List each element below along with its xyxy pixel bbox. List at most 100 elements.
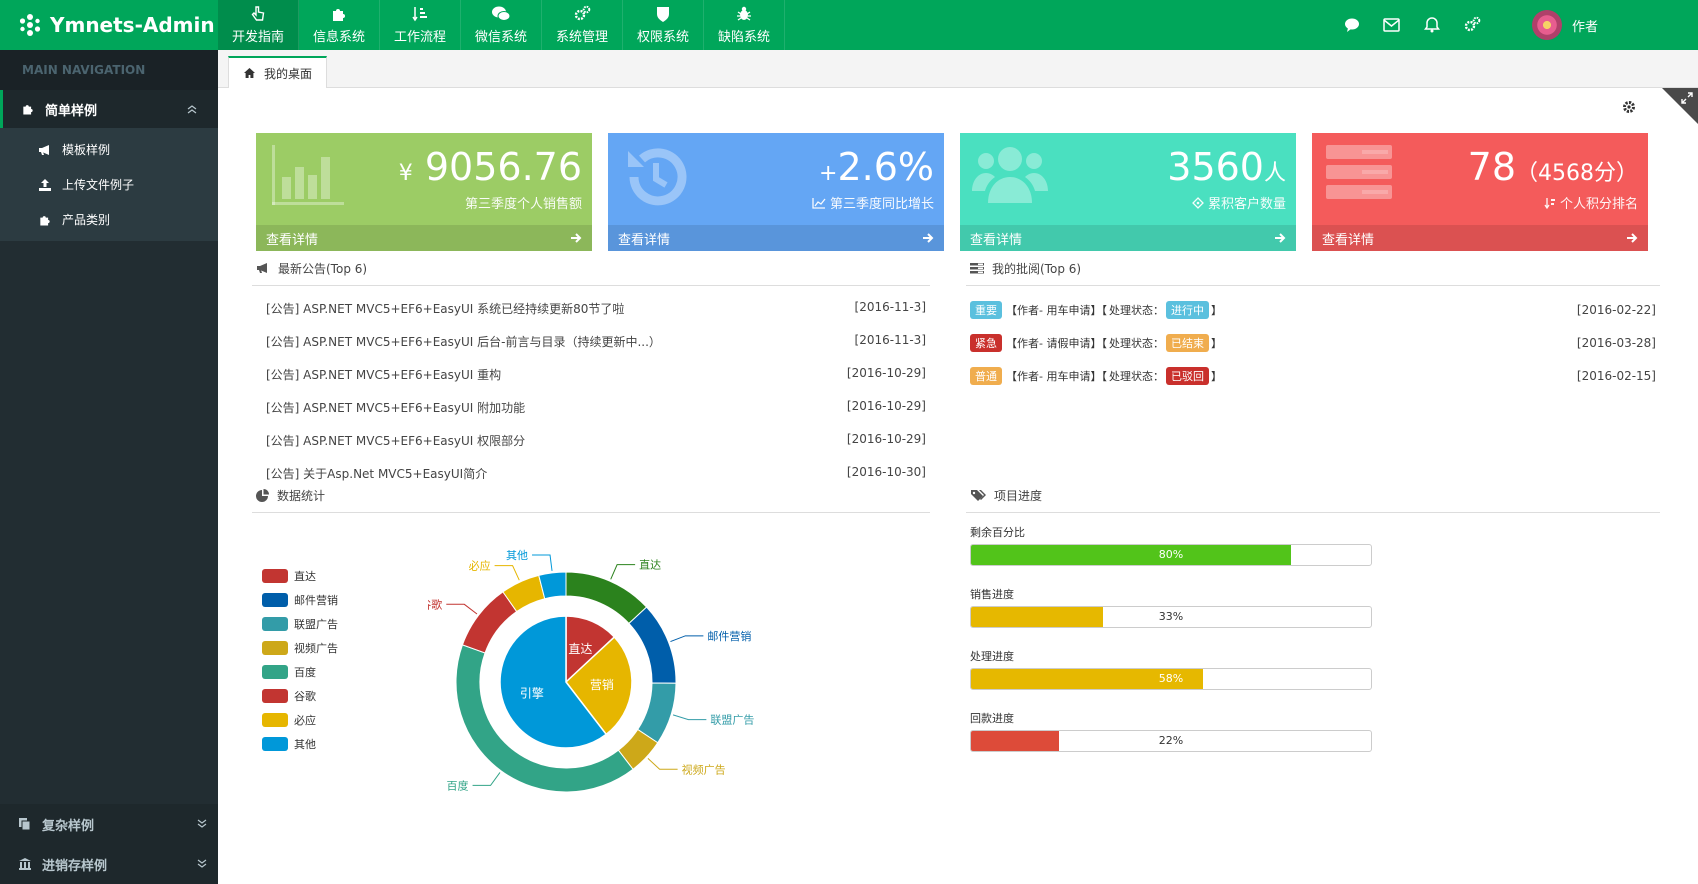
legend-item[interactable]: 直达 <box>262 564 338 588</box>
progress-label: 处理进度 <box>970 650 1014 663</box>
divider <box>252 512 930 513</box>
arrow-right-icon <box>923 233 934 243</box>
legend-label: 邮件营销 <box>294 594 338 607</box>
card-desc-text: 累积客户数量 <box>1207 197 1286 212</box>
notice-item[interactable]: [公告] ASP.NET MVC5+EF6+EasyUI 后台-前言与目录（持续… <box>266 333 926 353</box>
sidebar-item-template[interactable]: 模板样例 <box>0 132 218 167</box>
card-suffix: 人 <box>1263 161 1286 186</box>
sidebar-group-label: 进销存样例 <box>42 858 108 874</box>
progress-label: 剩余百分比 <box>970 526 1025 539</box>
pie-slice-outer[interactable] <box>628 606 677 684</box>
pie-outer-label: 谷歌 <box>428 597 442 611</box>
card-desc: 第三季度同比增长 <box>812 193 934 212</box>
panel-title-text: 项目进度 <box>994 488 1043 503</box>
sidebar-item-upload[interactable]: 上传文件例子 <box>0 167 218 202</box>
notice-link[interactable]: [公告] ASP.NET MVC5+EF6+EasyUI 后台-前言与目录（持续… <box>266 333 661 353</box>
topnav-workflow[interactable]: 工作流程 <box>380 0 461 50</box>
pie-slice-outer[interactable] <box>565 571 648 625</box>
notice-link[interactable]: [公告] ASP.NET MVC5+EF6+EasyUI 权限部分 <box>266 432 525 452</box>
topnav-label: 工作流程 <box>393 30 446 45</box>
legend-label: 直达 <box>294 570 316 583</box>
stat-card-growth: +2.6% 第三季度同比增长 查看详情 <box>608 133 944 251</box>
notice-link[interactable]: [公告] ASP.NET MVC5+EF6+EasyUI 重构 <box>266 366 501 386</box>
legend-swatch <box>262 617 288 631</box>
pie-slice-outer[interactable] <box>461 591 518 654</box>
card-detail-link[interactable]: 查看详情 <box>1312 225 1648 251</box>
sidebar-group-inventory[interactable]: 进销存样例 <box>0 844 218 884</box>
stat-card-customers: 3560人 累积客户数量 查看详情 <box>960 133 1296 251</box>
approval-text: 【作者- 请假申请】【 <box>1006 337 1107 350</box>
status-label: 处理状态： <box>1108 304 1164 317</box>
legend-swatch <box>262 689 288 703</box>
tab-label: 我的桌面 <box>264 66 313 81</box>
tab-my-desktop[interactable]: 我的桌面 <box>228 56 328 88</box>
main-content: ¥ 9056.76 第三季度个人销售额 查看详情 +2.6% 第三季度同比增长 … <box>218 88 1698 884</box>
topnav-bug-system[interactable]: 缺陷系统 <box>704 0 785 50</box>
legend-label: 视频广告 <box>294 642 338 655</box>
topnav-system-admin[interactable]: 系统管理 <box>542 0 623 50</box>
gears-icon <box>574 5 591 21</box>
sidebar-item-product-category[interactable]: 产品类别 <box>0 202 218 237</box>
card-detail-link[interactable]: 查看详情 <box>960 225 1296 251</box>
pie-label-line <box>670 635 704 643</box>
top-nav: 开发指南 信息系统 工作流程 微信系统 系统管理 权限系统 缺陷系统 <box>218 0 785 50</box>
topnav-info-system[interactable]: 信息系统 <box>299 0 380 50</box>
card-value: 3560人 <box>1167 145 1286 189</box>
card-detail-link[interactable]: 查看详情 <box>256 225 592 251</box>
legend-item[interactable]: 视频广告 <box>262 636 338 660</box>
legend-item[interactable]: 百度 <box>262 660 338 684</box>
card-detail-link[interactable]: 查看详情 <box>608 225 944 251</box>
legend-item[interactable]: 邮件营销 <box>262 588 338 612</box>
notice-link[interactable]: [公告] ASP.NET MVC5+EF6+EasyUI 系统已经持续更新80节… <box>266 300 624 320</box>
user-menu[interactable]: 作者 <box>1531 10 1598 40</box>
legend-swatch <box>262 713 288 727</box>
card-desc: 第三季度个人销售额 <box>465 193 582 212</box>
notice-date: [2016-10-29] <box>846 366 926 380</box>
priority-badge: 紧急 <box>970 334 1002 352</box>
legend-item[interactable]: 谷歌 <box>262 684 338 708</box>
priority-badge: 重要 <box>970 301 1002 319</box>
notice-link[interactable]: [公告] 关于Asp.Net MVC5+EasyUI简介 <box>266 465 487 485</box>
status-badge: 已结束 <box>1165 334 1209 352</box>
notice-item[interactable]: [公告] 关于Asp.Net MVC5+EasyUI简介 [2016-10-30] <box>266 465 926 485</box>
sidebar-group-complex[interactable]: 复杂样例 <box>0 804 218 844</box>
legend-swatch <box>262 665 288 679</box>
notice-item[interactable]: [公告] ASP.NET MVC5+EF6+EasyUI 权限部分 [2016-1… <box>266 432 926 452</box>
notice-item[interactable]: [公告] ASP.NET MVC5+EF6+EasyUI 附加功能 [2016-1… <box>266 399 926 419</box>
messages-button[interactable] <box>1332 17 1372 33</box>
notice-item[interactable]: [公告] ASP.NET MVC5+EF6+EasyUI 系统已经持续更新80节… <box>266 300 926 320</box>
mail-button[interactable] <box>1372 18 1412 32</box>
notice-link[interactable]: [公告] ASP.NET MVC5+EF6+EasyUI 附加功能 <box>266 399 525 419</box>
pie-label-line <box>494 565 520 581</box>
topnav-dev-guide[interactable]: 开发指南 <box>218 0 299 50</box>
line-chart-icon <box>812 197 826 209</box>
legend-item[interactable]: 其他 <box>262 732 338 756</box>
approval-item[interactable]: 重要 【作者- 用车申请】【 处理状态： 进行中】 [2016-02-22] <box>970 300 1656 320</box>
comment-icon <box>1344 18 1359 32</box>
legend-item[interactable]: 必应 <box>262 708 338 732</box>
sort-icon <box>412 7 427 22</box>
topnav-wechat[interactable]: 微信系统 <box>461 0 542 50</box>
stats-title: 数据统计 <box>256 485 325 505</box>
approval-item[interactable]: 普通 【作者- 用车申请】【 处理状态： 已驳回】 [2016-02-15] <box>970 366 1656 386</box>
legend-item[interactable]: 联盟广告 <box>262 612 338 636</box>
gear-icon[interactable] <box>1622 100 1636 114</box>
settings-button[interactable] <box>1452 16 1492 34</box>
chart-legend: 直达邮件营销联盟广告视频广告百度 谷歌 必应 其他 <box>262 564 338 756</box>
approval-item[interactable]: 紧急 【作者- 请假申请】【 处理状态： 已结束】 [2016-03-28] <box>970 333 1656 353</box>
stat-card-sales: ¥ 9056.76 第三季度个人销售额 查看详情 <box>256 133 592 251</box>
notice-item[interactable]: [公告] ASP.NET MVC5+EF6+EasyUI 重构 [2016-10-… <box>266 366 926 386</box>
notifications-button[interactable] <box>1412 17 1452 33</box>
brand-logo[interactable]: Ymnets-Admin <box>0 0 218 50</box>
notice-date: [2016-10-30] <box>846 465 926 479</box>
topnav-label: 系统管理 <box>555 30 608 45</box>
notice-date: [2016-10-29] <box>846 432 926 446</box>
sidebar-header: MAIN NAVIGATION <box>0 50 218 90</box>
approval-date: [2016-02-22] <box>1576 303 1656 317</box>
topnav-permission[interactable]: 权限系统 <box>623 0 704 50</box>
expand-icon[interactable] <box>1680 91 1694 105</box>
progress-label: 回款进度 <box>970 712 1014 725</box>
notice-date: [2016-11-3] <box>854 300 926 314</box>
panel-title-text: 最新公告(Top 6) <box>278 261 368 276</box>
sidebar-group-simple[interactable]: 简单样例 <box>0 90 218 128</box>
